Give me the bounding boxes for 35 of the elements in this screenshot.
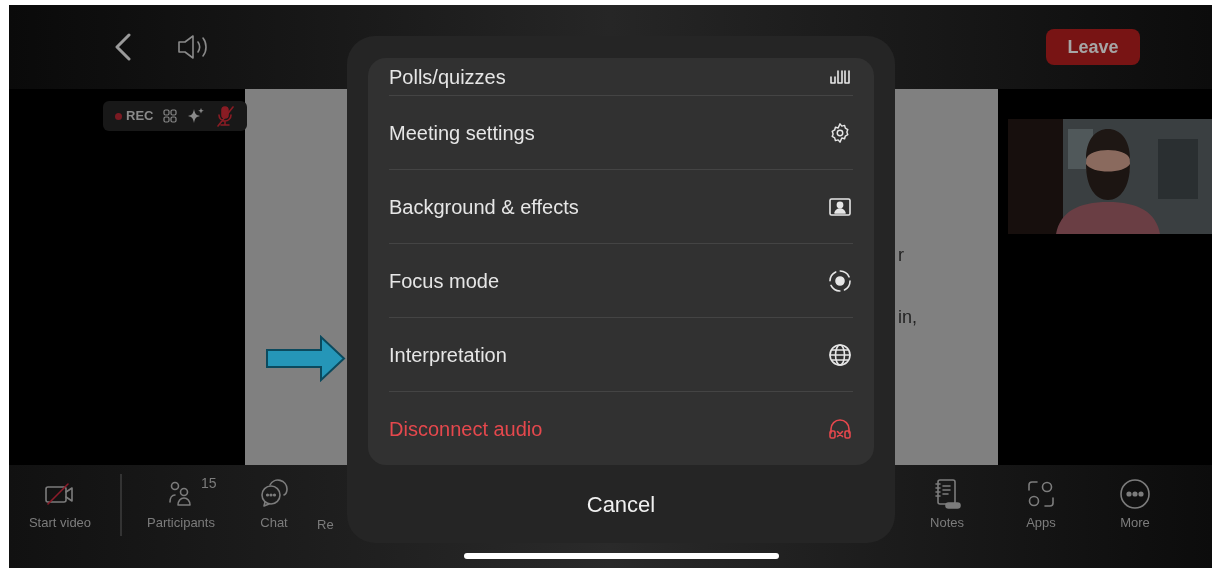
sparkle-icon[interactable] — [187, 108, 206, 124]
focus-icon — [828, 268, 852, 293]
portrait-icon — [828, 196, 852, 217]
toolbar-button[interactable]: Notes — [900, 465, 994, 568]
apps-icon — [1026, 479, 1056, 509]
document-text: r — [898, 244, 905, 267]
more-icon — [1119, 478, 1151, 510]
leave-button[interactable]: Leave — [1046, 29, 1140, 65]
bar-chart-icon — [828, 68, 852, 85]
chat-icon — [259, 479, 289, 509]
toolbar-button[interactable]: More — [1088, 465, 1182, 568]
toolbar-button[interactable]: Participants 15 — [131, 465, 231, 568]
toolbar-label[interactable]: Re — [317, 517, 334, 533]
settings-icon — [829, 121, 851, 144]
menu-item[interactable]: Polls/quizzes — [389, 58, 853, 95]
toolbar-button[interactable]: Chat — [231, 465, 317, 568]
menu-item[interactable]: Background & effects — [389, 169, 853, 243]
menu-item[interactable]: Disconnect audio — [389, 391, 853, 465]
cancel-button[interactable]: Cancel — [368, 465, 874, 543]
document-text: in, — [898, 306, 918, 329]
headset-off-icon — [828, 417, 852, 440]
globe-icon — [828, 342, 852, 367]
menu-item[interactable]: Interpretation — [389, 317, 853, 391]
menu-item[interactable]: Meeting settings — [389, 95, 853, 169]
arrow-icon — [266, 335, 346, 382]
participant-count: 15 — [201, 474, 217, 493]
video-off-icon — [44, 482, 76, 506]
notebook-icon — [932, 478, 962, 510]
grid-icon[interactable] — [163, 109, 178, 123]
back-icon[interactable] — [114, 33, 132, 61]
toolbar-button[interactable]: Apps — [994, 465, 1088, 568]
menu-item[interactable]: Focus mode — [389, 243, 853, 317]
speaker-icon[interactable] — [176, 34, 210, 60]
toolbar-button[interactable]: Start video — [9, 465, 111, 568]
recording-label: REC — [126, 107, 154, 126]
